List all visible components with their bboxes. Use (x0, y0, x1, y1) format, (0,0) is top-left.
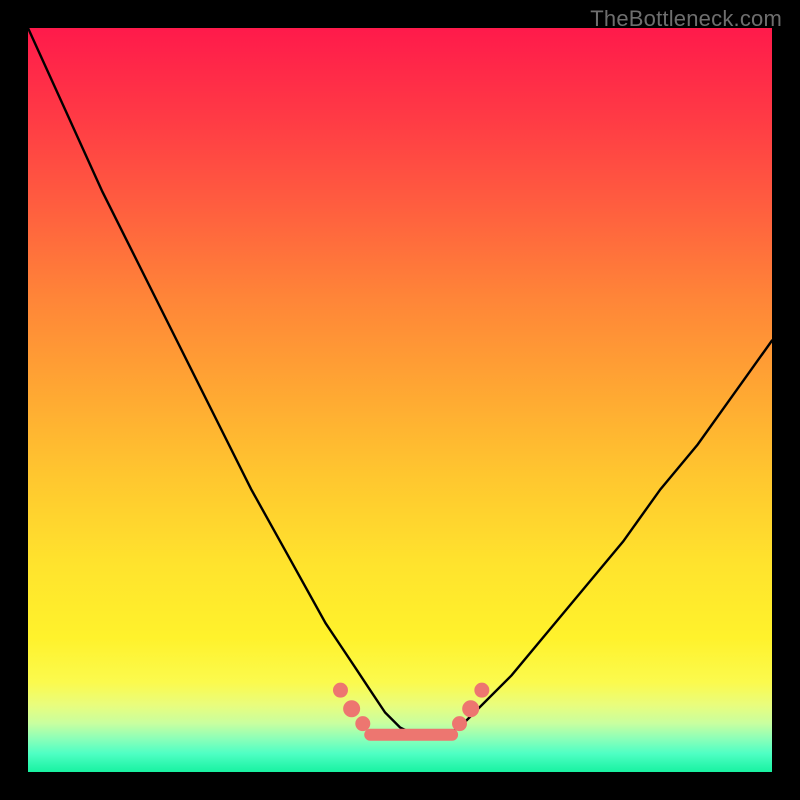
curve-marker-4 (463, 701, 479, 717)
curve-marker-1 (344, 701, 360, 717)
chart-svg (28, 28, 772, 772)
curve-marker-3 (453, 717, 467, 731)
watermark-text: TheBottleneck.com (590, 6, 782, 32)
plot-area (28, 28, 772, 772)
curve-marker-0 (333, 683, 347, 697)
curve-markers (333, 683, 488, 730)
chart-stage: TheBottleneck.com (0, 0, 800, 800)
curve-marker-5 (475, 683, 489, 697)
curve-marker-2 (356, 717, 370, 731)
bottleneck-curve (28, 28, 772, 735)
